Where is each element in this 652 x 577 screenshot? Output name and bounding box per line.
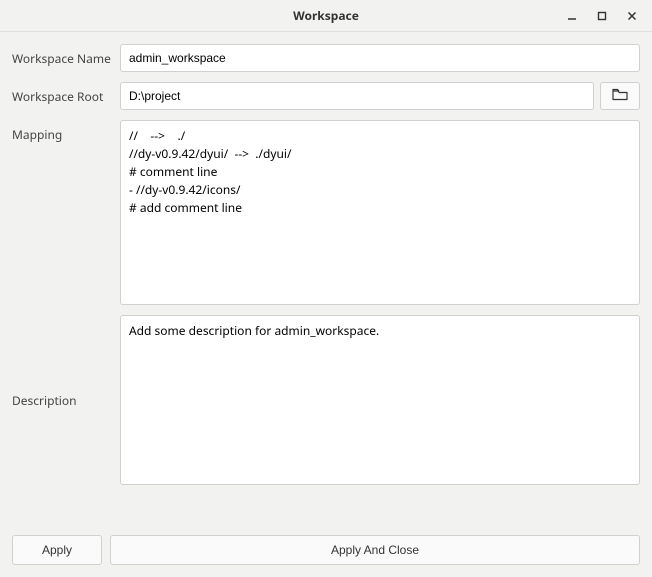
workspace-name-input[interactable] [120, 44, 640, 72]
workspace-root-label: Workspace Root [12, 82, 114, 105]
mapping-row: Mapping [12, 120, 640, 305]
workspace-root-input[interactable] [120, 82, 594, 110]
close-button[interactable] [618, 4, 646, 28]
description-label: Description [12, 392, 114, 409]
window-controls [558, 0, 646, 32]
minimize-button[interactable] [558, 4, 586, 28]
footer-buttons: Apply Apply And Close [0, 525, 652, 577]
maximize-button[interactable] [588, 4, 616, 28]
mapping-label: Mapping [12, 120, 114, 143]
title-bar: Workspace [0, 0, 652, 32]
window-title: Workspace [293, 7, 359, 24]
mapping-input[interactable] [120, 120, 640, 305]
description-row: Description [12, 315, 640, 485]
apply-button[interactable]: Apply [12, 535, 102, 565]
apply-and-close-button[interactable]: Apply And Close [110, 535, 640, 565]
description-input[interactable] [120, 315, 640, 485]
browse-folder-button[interactable] [600, 82, 640, 110]
form-area: Workspace Name Workspace Root Mapping [0, 32, 652, 497]
workspace-name-label: Workspace Name [12, 44, 114, 67]
workspace-name-row: Workspace Name [12, 44, 640, 72]
workspace-root-row: Workspace Root [12, 82, 640, 110]
folder-icon [612, 88, 628, 105]
